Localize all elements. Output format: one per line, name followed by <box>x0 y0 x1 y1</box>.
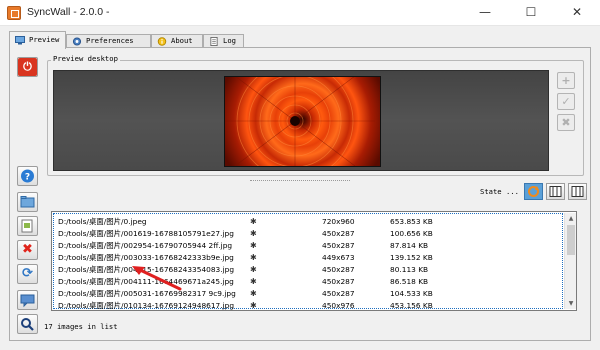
image-path: D:/tools/桌面/图片/0.jpeg <box>58 217 147 226</box>
monitor-icon <box>15 36 25 45</box>
image-dimensions: 450x976 <box>322 301 355 310</box>
list-item[interactable]: D:/tools/桌面/图片/002954-16790705944 2ff.jp… <box>54 240 564 252</box>
comment-icon <box>18 291 37 309</box>
red-arrow-annotation <box>132 266 182 291</box>
maximize-button[interactable]: ☐ <box>508 0 554 26</box>
state-sync-button[interactable] <box>524 183 543 200</box>
tab-preferences[interactable]: Preferences <box>66 34 151 48</box>
minimize-button[interactable]: — <box>462 0 508 26</box>
image-dimensions: 450x287 <box>322 241 355 250</box>
image-dimensions: 450x287 <box>322 229 355 238</box>
image-dimensions: 450x287 <box>322 277 355 286</box>
scroll-thumb[interactable] <box>567 225 575 255</box>
help-icon: ? <box>18 167 37 185</box>
tab-about[interactable]: About <box>151 34 203 48</box>
status-text: 17 images in list <box>44 322 118 331</box>
image-list-focus: D:/tools/桌面/图片/0.jpeg ✱ 720x960 653.853 … <box>53 213 564 310</box>
remove-button[interactable]: ✖ <box>17 240 38 260</box>
gear-icon <box>72 37 82 46</box>
star-icon[interactable]: ✱ <box>250 264 257 276</box>
star-icon[interactable]: ✱ <box>250 276 257 288</box>
search-button[interactable] <box>17 314 38 334</box>
clear-desktop-button[interactable]: ✖ <box>557 114 575 131</box>
image-dimensions: 450x287 <box>322 265 355 274</box>
tab-label: About <box>171 36 193 45</box>
help-button[interactable]: ? <box>17 166 38 186</box>
star-icon[interactable]: ✱ <box>250 252 257 264</box>
power-button[interactable]: ⏻ <box>17 57 38 77</box>
list-item[interactable]: D:/tools/桌面/图片/0.jpeg ✱ 720x960 653.853 … <box>54 216 564 228</box>
svg-text:?: ? <box>25 173 30 183</box>
tab-label: Preferences <box>86 36 134 45</box>
image-size: 80.113 KB <box>390 265 429 274</box>
scroll-down-arrow-icon[interactable]: ▼ <box>565 298 576 309</box>
star-icon[interactable]: ✱ <box>250 240 257 252</box>
info-icon <box>157 37 167 46</box>
document-icon <box>18 217 37 235</box>
image-size: 104.533 KB <box>390 289 433 298</box>
refresh-button[interactable]: ⟳ <box>17 264 38 284</box>
folder-icon <box>18 193 37 211</box>
image-path: D:/tools/桌面/图片/010134-16769124948617.jpg <box>58 301 235 310</box>
image-size: 653.853 KB <box>390 217 433 226</box>
app-icon <box>7 6 21 20</box>
image-dimensions: 450x287 <box>322 289 355 298</box>
image-size: 453.156 KB <box>390 301 433 310</box>
sync-icon <box>528 186 539 197</box>
view-grid-button[interactable] <box>568 183 587 200</box>
list-view-icon <box>549 186 562 197</box>
star-icon[interactable]: ✱ <box>250 288 257 300</box>
grid-view-icon <box>571 186 584 197</box>
flower-image <box>225 77 375 166</box>
apply-desktop-button[interactable]: ✓ <box>557 93 575 110</box>
notepad-icon <box>210 37 218 46</box>
list-item[interactable]: D:/tools/桌面/图片/001619-16788105791e27.jpg… <box>54 228 564 240</box>
list-item[interactable]: D:/tools/桌面/图片/010134-16769124948617.jpg… <box>54 300 564 310</box>
tab-preview[interactable]: Preview <box>9 31 66 49</box>
state-label: State ... <box>480 187 519 196</box>
image-path: D:/tools/桌面/图片/002954-16790705944 2ff.jp… <box>58 241 233 250</box>
comment-button[interactable] <box>17 290 38 310</box>
image-list[interactable]: D:/tools/桌面/图片/0.jpeg ✱ 720x960 653.853 … <box>51 211 577 311</box>
red-x-icon: ✖ <box>22 242 33 257</box>
image-size: 86.518 KB <box>390 277 429 286</box>
search-icon <box>18 315 37 333</box>
image-size: 87.814 KB <box>390 241 429 250</box>
tab-label: Preview <box>29 35 60 44</box>
splitter-handle[interactable] <box>250 180 350 182</box>
image-size: 100.656 KB <box>390 229 433 238</box>
add-folder-button[interactable] <box>17 192 38 212</box>
star-icon[interactable]: ✱ <box>250 216 257 228</box>
image-dimensions: 449x673 <box>322 253 355 262</box>
preview-desktop-label: Preview desktop <box>51 54 120 63</box>
image-dimensions: 720x960 <box>322 217 355 226</box>
tab-label: Log <box>223 36 236 45</box>
title-bar: SyncWall - 2.0.0 - — ☐ ✕ <box>0 0 600 26</box>
star-icon[interactable]: ✱ <box>250 228 257 240</box>
close-button[interactable]: ✕ <box>554 0 600 26</box>
refresh-icon: ⟳ <box>22 266 33 281</box>
wallpaper-thumbnail[interactable] <box>224 76 381 167</box>
tab-log[interactable]: Log <box>203 34 244 48</box>
vertical-scrollbar[interactable]: ▲ ▼ <box>564 213 576 309</box>
power-icon: ⏻ <box>18 58 37 76</box>
view-list-button[interactable] <box>546 183 565 200</box>
add-desktop-button[interactable]: + <box>557 72 575 89</box>
window-title: SyncWall - 2.0.0 - <box>27 6 110 18</box>
scroll-up-arrow-icon[interactable]: ▲ <box>565 213 576 224</box>
image-size: 139.152 KB <box>390 253 433 262</box>
star-icon[interactable]: ✱ <box>250 300 257 310</box>
image-path: D:/tools/桌面/图片/001619-16788105791e27.jpg <box>58 229 234 238</box>
add-file-button[interactable] <box>17 216 38 236</box>
